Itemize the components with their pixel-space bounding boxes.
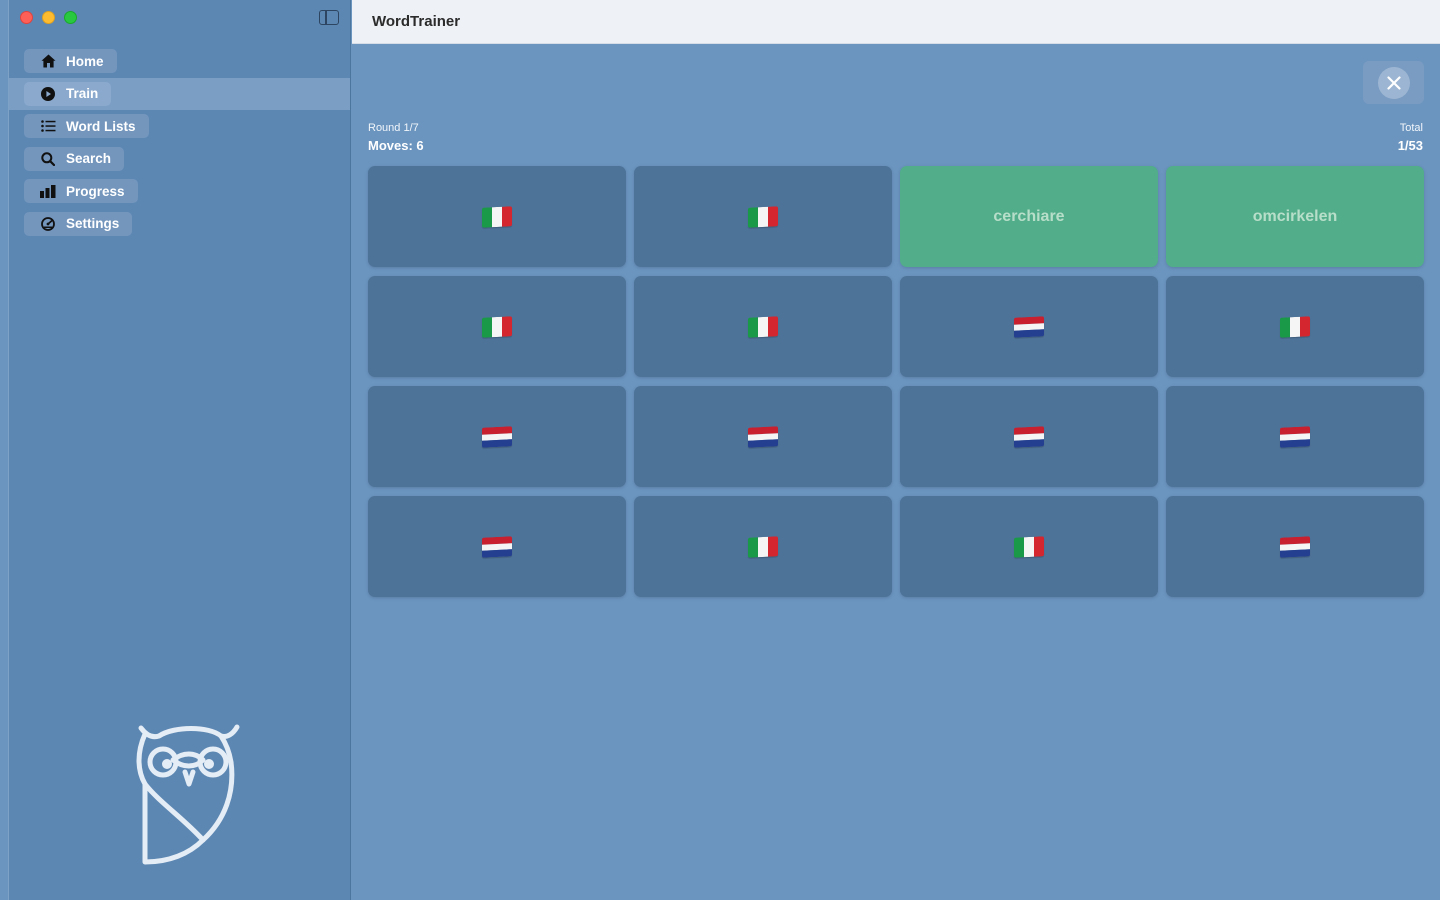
sidebar-item-home[interactable]: Home xyxy=(9,45,350,78)
close-circle[interactable] xyxy=(1377,66,1410,99)
window-minimize-button[interactable] xyxy=(42,11,55,24)
app-title: WordTrainer xyxy=(372,13,461,30)
bar-chart-icon xyxy=(40,183,56,199)
sidebar-item-label: Train xyxy=(66,86,99,102)
memory-card[interactable] xyxy=(900,496,1158,597)
list-icon xyxy=(40,118,56,134)
netherlands-flag-icon xyxy=(1014,315,1044,338)
main-content: WordTrainer Round 1/7 Moves: 6 Total 1/5… xyxy=(352,0,1440,900)
owl-logo-icon xyxy=(136,724,240,865)
netherlands-flag-icon xyxy=(1280,425,1310,448)
memory-card-grid: cerchiare omcirkelen xyxy=(368,166,1424,597)
memory-card[interactable] xyxy=(368,496,626,597)
window-close-button[interactable] xyxy=(20,11,33,24)
round-stats: Round 1/7 Moves: 6 xyxy=(368,122,424,153)
app-window: Home Train Word Lists Search Progress Se… xyxy=(0,0,1440,900)
sidebar-item-label: Progress xyxy=(66,183,125,199)
italy-flag-icon xyxy=(1280,315,1310,338)
sidebar-item-pill[interactable]: Word Lists xyxy=(24,114,149,139)
memory-card[interactable] xyxy=(1166,276,1424,377)
netherlands-flag-icon xyxy=(482,535,512,558)
memory-card[interactable] xyxy=(900,386,1158,487)
memory-card[interactable] xyxy=(368,276,626,377)
total-value: 1/53 xyxy=(1397,138,1423,153)
memory-card-matched[interactable]: omcirkelen xyxy=(1166,166,1424,267)
sidebar-item-pill[interactable]: Settings xyxy=(24,211,133,236)
card-word: omcirkelen xyxy=(1252,207,1338,225)
sidebar-item-label: Search xyxy=(66,151,112,167)
memory-card[interactable] xyxy=(634,496,892,597)
sidebar-item-pill[interactable]: Home xyxy=(24,49,117,74)
sidebar-item-settings[interactable]: Settings xyxy=(9,208,350,241)
card-word: cerchiare xyxy=(993,207,1065,225)
sidebar-item-pill[interactable]: Train xyxy=(24,81,112,106)
italy-flag-icon xyxy=(1014,535,1044,558)
moves-label: Moves: 6 xyxy=(368,138,424,153)
round-label: Round 1/7 xyxy=(368,122,419,134)
play-circle-icon xyxy=(40,86,56,102)
memory-card[interactable] xyxy=(900,276,1158,377)
magnifier-icon xyxy=(40,151,56,167)
sidebar-item-label: Home xyxy=(66,53,104,69)
sidebar-item-pill[interactable]: Search xyxy=(24,146,125,171)
sidebar-item-word-lists[interactable]: Word Lists xyxy=(9,110,350,143)
sidebar-item-progress[interactable]: Progress xyxy=(9,175,350,208)
memory-card[interactable] xyxy=(634,276,892,377)
close-icon xyxy=(1386,75,1401,90)
memory-card[interactable] xyxy=(634,386,892,487)
window-controls xyxy=(20,11,77,24)
netherlands-flag-icon xyxy=(748,425,778,448)
sidebar-toggle-icon[interactable] xyxy=(319,10,339,25)
sidebar-item-search[interactable]: Search xyxy=(9,143,350,176)
memory-card[interactable] xyxy=(368,166,626,267)
gauge-icon xyxy=(40,216,56,232)
memory-card[interactable] xyxy=(368,386,626,487)
close-game-button[interactable] xyxy=(1363,61,1424,104)
title-bar: WordTrainer xyxy=(352,0,1440,44)
netherlands-flag-icon xyxy=(482,425,512,448)
total-label: Total xyxy=(1399,122,1423,134)
netherlands-flag-icon xyxy=(1280,535,1310,558)
italy-flag-icon xyxy=(748,205,778,228)
italy-flag-icon xyxy=(482,205,512,228)
total-stats: Total 1/53 xyxy=(1398,122,1423,153)
house-icon xyxy=(40,53,56,69)
sidebar-item-label: Settings xyxy=(66,216,120,232)
sidebar-nav: Home Train Word Lists Search Progress Se… xyxy=(9,45,350,240)
sidebar: Home Train Word Lists Search Progress Se… xyxy=(8,0,351,900)
italy-flag-icon xyxy=(482,315,512,338)
memory-card[interactable] xyxy=(1166,386,1424,487)
italy-flag-icon xyxy=(748,315,778,338)
window-zoom-button[interactable] xyxy=(64,11,77,24)
sidebar-item-pill[interactable]: Progress xyxy=(24,179,138,204)
netherlands-flag-icon xyxy=(1014,425,1044,448)
memory-card[interactable] xyxy=(1166,496,1424,597)
italy-flag-icon xyxy=(748,535,778,558)
sidebar-item-label: Word Lists xyxy=(66,118,136,134)
memory-card[interactable] xyxy=(634,166,892,267)
sidebar-item-train[interactable]: Train xyxy=(9,77,350,110)
memory-card-matched[interactable]: cerchiare xyxy=(900,166,1158,267)
